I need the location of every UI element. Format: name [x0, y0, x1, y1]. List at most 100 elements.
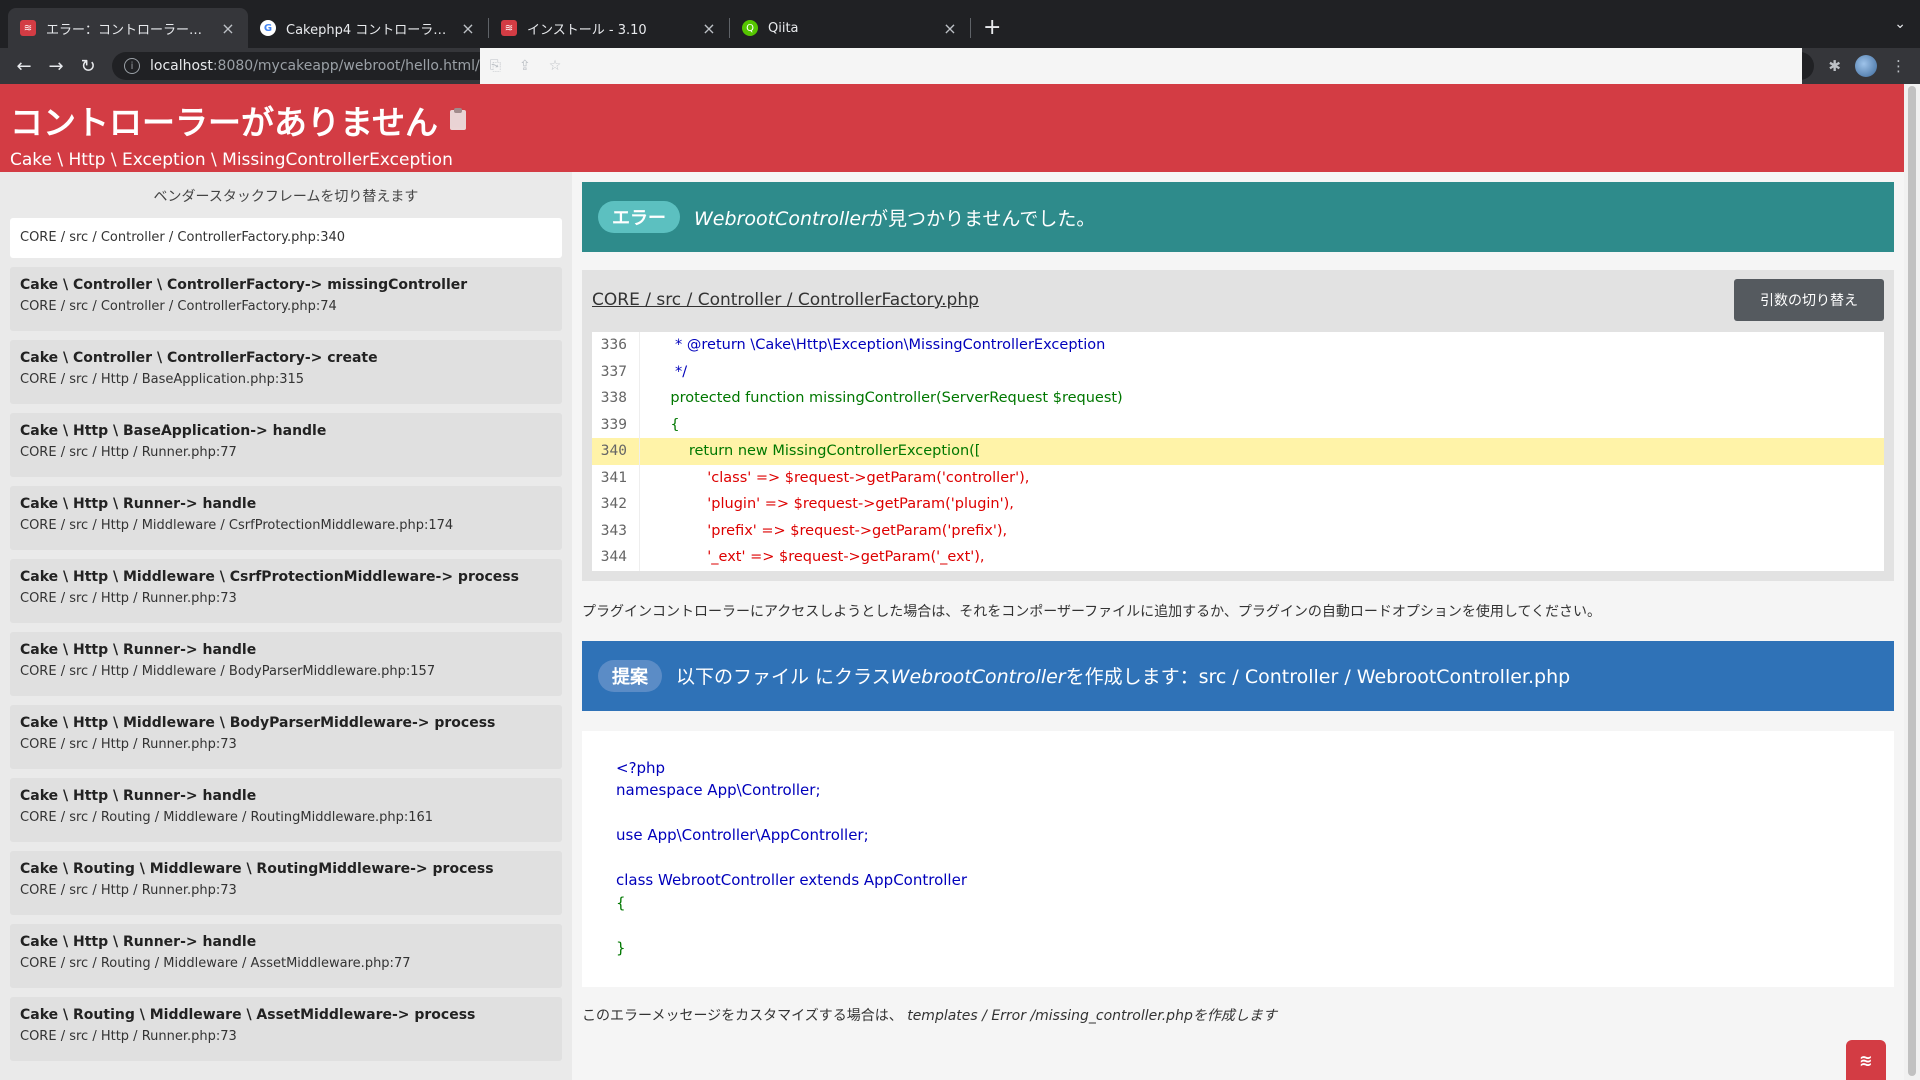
- share-icon[interactable]: ⇪: [519, 58, 531, 74]
- stack-frame[interactable]: Cake \ Routing \ Middleware \ AssetMiddl…: [10, 997, 562, 1061]
- stack-frame[interactable]: CORE / src / Controller / ControllerFact…: [10, 218, 562, 258]
- suggestion-post: を作成します：src / Controller / WebrootControl…: [1065, 666, 1571, 688]
- stack-frame-file: CORE / src / Controller / ControllerFact…: [20, 299, 337, 314]
- line-number: 337: [592, 358, 640, 385]
- toggle-vendor-frames-link[interactable]: ベンダースタックフレームを切り替えます: [10, 182, 562, 218]
- browser-toolbar: ← → ↻ i localhost :8080/mycakeapp/webroo…: [0, 48, 1920, 84]
- stack-frame-file: CORE / src / Http / Runner.php:73: [20, 591, 237, 606]
- stack-frame[interactable]: Cake \ Http \ Runner-> handle CORE / src …: [10, 486, 562, 550]
- code-line: 344 '_ext' => $request->getParam('_ext')…: [592, 544, 1884, 571]
- stack-frame[interactable]: Cake \ Http \ Middleware \ CsrfProtectio…: [10, 559, 562, 623]
- code-line: 336 * @return \Cake\Http\Exception\Missi…: [592, 332, 1884, 359]
- clipboard-icon[interactable]: [450, 108, 467, 130]
- stack-frame[interactable]: Cake \ Http \ Runner-> handle CORE / src …: [10, 778, 562, 842]
- snippet-line: [616, 804, 1860, 827]
- suggestion-badge: 提案: [598, 659, 662, 692]
- suggestion-pre: 以下のファイル にクラス: [676, 666, 891, 688]
- missing-class-name: WebrootController: [694, 207, 869, 230]
- stack-frame[interactable]: Cake \ Controller \ ControllerFactory-> …: [10, 340, 562, 404]
- stack-frame[interactable]: Cake \ Http \ Middleware \ BodyParserMid…: [10, 705, 562, 769]
- menu-kebab-icon[interactable]: ⋮: [1891, 57, 1906, 75]
- info-icon[interactable]: i: [124, 58, 140, 74]
- snippet-line: [616, 916, 1860, 939]
- tab-install[interactable]: ≋ インストール - 3.10 ×: [489, 8, 729, 48]
- stack-frame-function: Cake \ Routing \ Middleware \ RoutingMid…: [20, 861, 494, 877]
- address-bar[interactable]: i localhost :8080/mycakeapp/webroot/hell…: [112, 48, 1815, 84]
- url-host: localhost: [150, 58, 213, 74]
- close-icon[interactable]: ×: [942, 19, 958, 38]
- stack-trace-sidebar: ベンダースタックフレームを切り替えます CORE / src / Control…: [0, 172, 572, 1080]
- scrollbar-thumb[interactable]: [1908, 86, 1916, 1076]
- back-icon[interactable]: ←: [8, 56, 40, 77]
- tab-google[interactable]: G Cakephp4 コントローラーが見つかりません ×: [248, 8, 488, 48]
- extensions-icon[interactable]: ✱: [1828, 57, 1841, 75]
- page-title-text: コントローラーがありません: [10, 103, 439, 142]
- line-number: 336: [592, 332, 640, 359]
- line-source: return new MissingControllerException([: [652, 443, 981, 460]
- snippet-line: {: [616, 893, 626, 912]
- stack-frame[interactable]: Cake \ Routing \ Middleware \ RoutingMid…: [10, 851, 562, 915]
- line-number: 339: [592, 411, 640, 438]
- customize-note-post: を作成します: [1192, 1007, 1277, 1024]
- tab-error[interactable]: ≋ エラー：コントローラーがありません ×: [8, 8, 248, 48]
- line-source: 'prefix' => $request->getParam('prefix')…: [652, 522, 1008, 539]
- line-number: 343: [592, 517, 640, 544]
- stack-frame-function: Cake \ Http \ Runner-> handle: [20, 496, 257, 512]
- line-number: 338: [592, 385, 640, 412]
- stack-frame[interactable]: Cake \ Controller \ ControllerFactory-> …: [10, 267, 562, 331]
- translate-icon[interactable]: ⎘: [490, 58, 501, 74]
- tab-title: インストール - 3.10: [527, 22, 647, 38]
- forward-icon[interactable]: →: [40, 56, 72, 77]
- stack-frame-file: CORE / src / Http / Middleware / BodyPar…: [20, 664, 436, 679]
- line-source: '_ext' => $request->getParam('_ext'),: [652, 549, 985, 566]
- profile-avatar[interactable]: [1855, 55, 1877, 77]
- suggestion-box: 提案 以下のファイル にクラスWebrootControllerを作成します：s…: [582, 640, 1894, 711]
- tab-search-icon[interactable]: ⌄: [1894, 16, 1906, 32]
- stack-frame[interactable]: Cake \ Http \ Runner-> handle CORE / src …: [10, 632, 562, 696]
- bookmark-star-icon[interactable]: ☆: [549, 58, 562, 74]
- snippet-line: <?php: [616, 758, 666, 777]
- toggle-args-button[interactable]: 引数の切り替え: [1734, 279, 1884, 321]
- page-scrollbar[interactable]: [1904, 84, 1920, 1080]
- stack-frame-file: CORE / src / Http / Middleware / CsrfPro…: [20, 518, 454, 533]
- stack-frame-function: Cake \ Http \ Middleware \ BodyParserMid…: [20, 715, 496, 731]
- error-message: が見つかりませんでした。: [868, 207, 1096, 230]
- page-title: コントローラーがありません: [10, 96, 1894, 144]
- tab-title: エラー：コントローラーがありません: [46, 22, 214, 38]
- snippet-line: use App\Controller\AppController;: [616, 826, 869, 844]
- reload-icon[interactable]: ↻: [72, 56, 104, 77]
- code-line: 342 'plugin' => $request->getParam('plug…: [592, 491, 1884, 518]
- stack-frame[interactable]: Cake \ Http \ BaseApplication-> handle CO…: [10, 413, 562, 477]
- code-line: 337 */: [592, 358, 1884, 385]
- code-file-link[interactable]: CORE / src / Controller / ControllerFact…: [592, 290, 979, 310]
- code-block: 336 * @return \Cake\Http\Exception\Missi…: [592, 332, 1884, 571]
- close-icon[interactable]: ×: [220, 19, 236, 38]
- line-number: 344: [592, 544, 640, 571]
- error-badge: エラー: [598, 201, 680, 233]
- stack-frame-function: Cake \ Http \ Runner-> handle: [20, 934, 257, 950]
- code-line: 338 protected function missingController…: [592, 385, 1884, 412]
- stack-frame-file: CORE / src / Http / BaseApplication.php:…: [20, 372, 305, 387]
- cakephp-logo-icon[interactable]: ≋: [1846, 1040, 1886, 1080]
- google-icon: G: [260, 20, 276, 36]
- line-source: * @return \Cake\Http\Exception\MissingCo…: [652, 337, 1106, 354]
- tab-title: Cakephp4 コントローラーが見つかりません: [286, 22, 454, 38]
- error-message-box: エラー WebrootControllerが見つかりませんでした。: [582, 182, 1894, 252]
- page-content: コントローラーがありません Cake \ Http \ Exception \ …: [0, 84, 1904, 1080]
- close-icon[interactable]: ×: [701, 19, 717, 38]
- new-tab-button[interactable]: +: [971, 15, 1013, 40]
- line-number: 341: [592, 464, 640, 491]
- qiita-icon: Q: [742, 20, 758, 36]
- snippet-line: class WebrootController extends AppContr…: [616, 871, 967, 889]
- template-path: templates / Error /missing_controller.ph…: [907, 1007, 1193, 1024]
- line-source: */: [652, 363, 688, 380]
- line-number: 340: [592, 438, 640, 465]
- code-line: 341 'class' => $request->getParam('contr…: [592, 464, 1884, 491]
- stack-frame-function: Cake \ Routing \ Middleware \ AssetMiddl…: [20, 1007, 476, 1023]
- line-source: protected function missingController(Ser…: [652, 390, 1123, 407]
- exception-class: Cake \ Http \ Exception \ MissingControl…: [10, 150, 453, 170]
- customize-note-pre: このエラーメッセージをカスタマイズする場合は、: [582, 1007, 903, 1024]
- close-icon[interactable]: ×: [460, 19, 476, 38]
- stack-frame[interactable]: Cake \ Http \ Runner-> handle CORE / src …: [10, 924, 562, 988]
- tab-qiita[interactable]: Q Qiita ×: [730, 8, 970, 48]
